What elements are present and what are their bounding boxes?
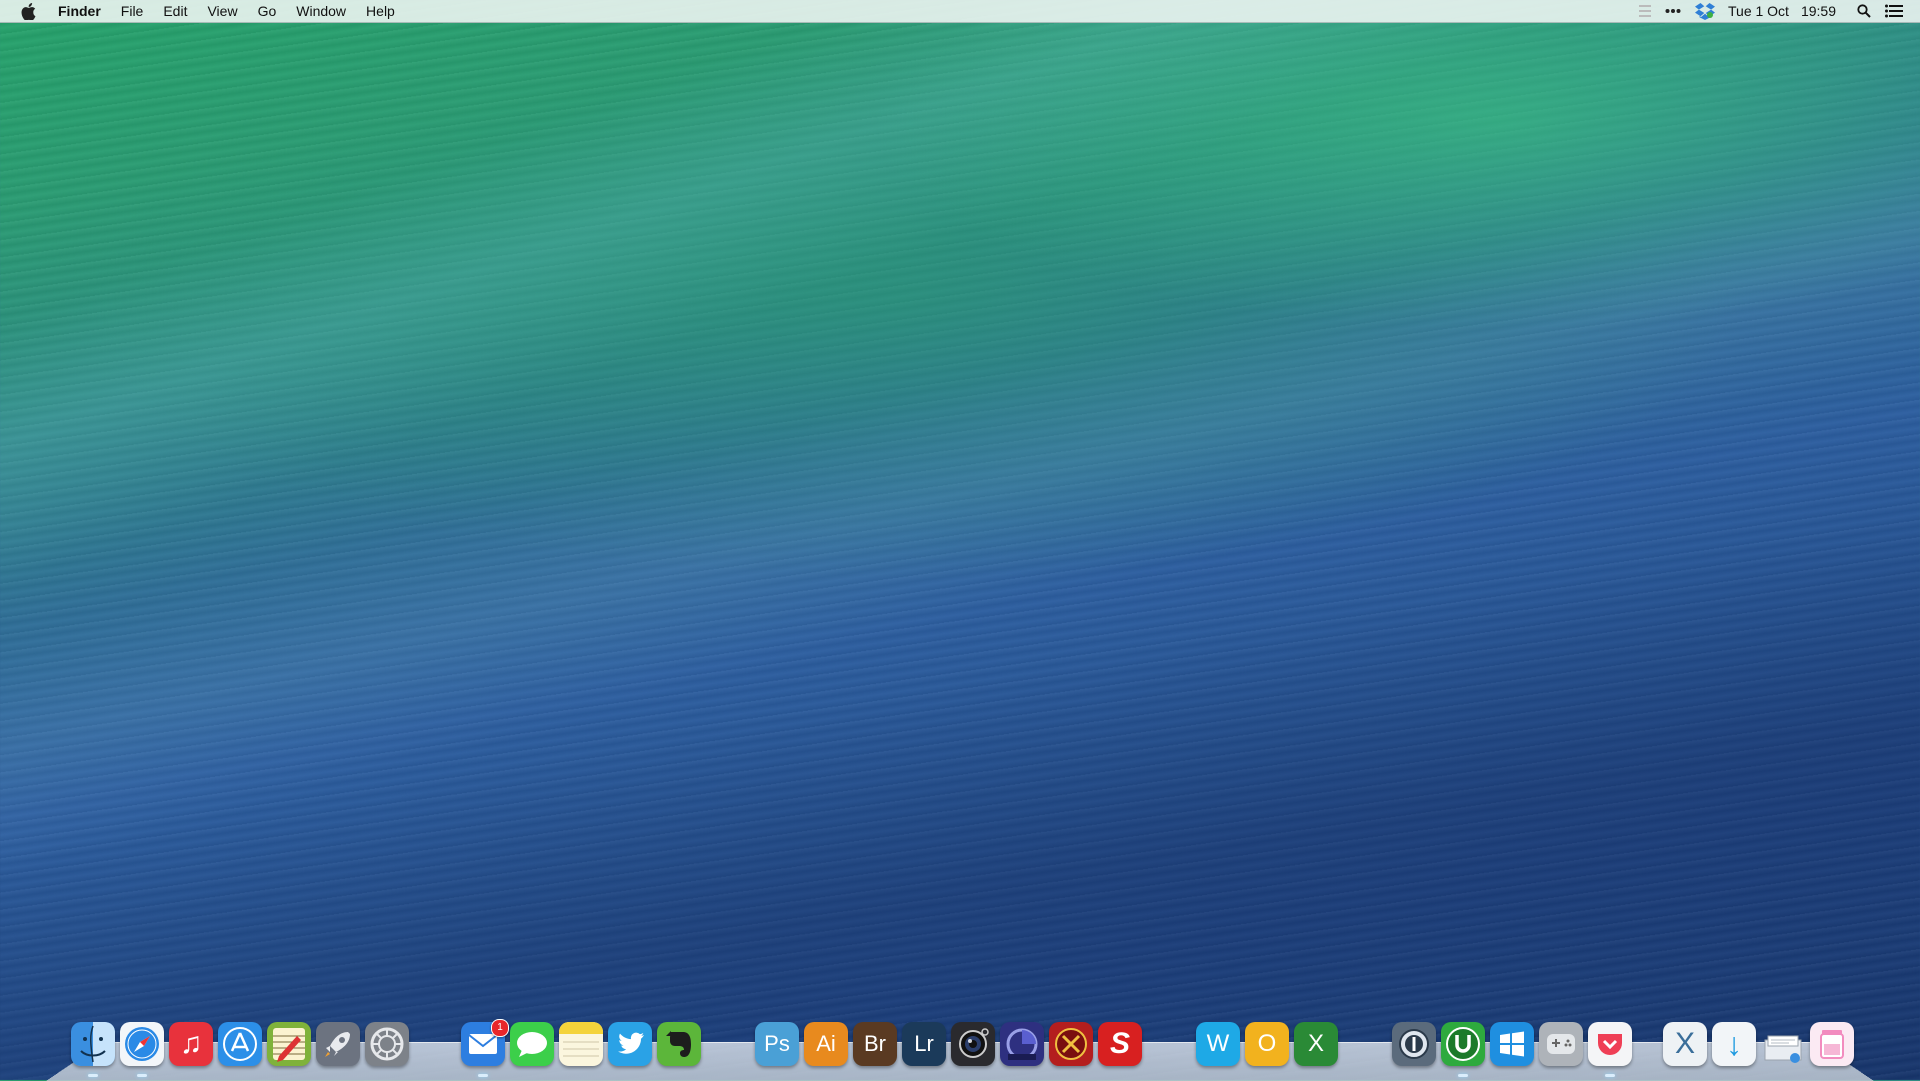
gamepad-icon	[1547, 1034, 1575, 1054]
menu-view[interactable]: View	[197, 0, 247, 22]
dock-item-upwork[interactable]	[1441, 1022, 1485, 1066]
pocket-icon	[1598, 1034, 1622, 1055]
s-pro-icon: S	[1109, 1027, 1130, 1060]
menu-app-name[interactable]: Finder	[52, 0, 111, 22]
dock-item-music[interactable]: ♫	[169, 1022, 213, 1066]
dock-item-documents[interactable]	[1761, 1022, 1805, 1066]
gear-icon	[370, 1027, 404, 1061]
music-note-icon: ♫	[179, 1027, 203, 1060]
aperture-icon	[1006, 1028, 1038, 1060]
menu-bar: Finder File Edit View Go Window Help Tue…	[0, 0, 1920, 23]
apple-menu-icon[interactable]	[18, 0, 38, 22]
dock: ♫ Ps Ai Br Lr S W O X X ↓	[0, 1022, 1920, 1070]
dock-item-safari[interactable]	[120, 1022, 164, 1066]
red-emblem-icon	[1055, 1028, 1087, 1060]
windows-logo-icon	[1500, 1031, 1524, 1057]
finder-icon	[71, 1022, 115, 1066]
menu-file[interactable]: File	[111, 0, 154, 22]
dock-item-sketch-tool[interactable]	[267, 1022, 311, 1066]
dock-item-game-controller[interactable]	[1539, 1022, 1583, 1066]
menu-bar-right: Tue 1 Oct 19:59	[1632, 0, 1920, 22]
menu-window[interactable]: Window	[286, 0, 356, 22]
dock-item-pocket[interactable]	[1588, 1022, 1632, 1066]
x-icon: X	[1674, 1027, 1695, 1060]
dock-item-twitter[interactable]	[608, 1022, 652, 1066]
dock-item-illustrator[interactable]: Ai	[804, 1022, 848, 1066]
trash-icon	[1820, 1030, 1844, 1059]
word-icon: W	[1206, 1030, 1230, 1057]
dock-item-1password[interactable]	[1392, 1022, 1436, 1066]
clock-time[interactable]: 19:59	[1795, 0, 1842, 22]
dock-item-excel[interactable]: X	[1294, 1022, 1338, 1066]
more-dots-icon[interactable]	[1658, 0, 1688, 22]
lightroom-icon: Lr	[914, 1031, 934, 1056]
dock-item-xcode-like[interactable]: X	[1663, 1022, 1707, 1066]
bridge-icon: Br	[864, 1031, 886, 1056]
notification-grip-icon[interactable]	[1632, 0, 1658, 22]
clock-day[interactable]: Tue 1 Oct	[1722, 0, 1795, 22]
rocket-icon	[325, 1032, 350, 1057]
bird-icon	[618, 1032, 644, 1054]
dock-item-aperture[interactable]	[1000, 1022, 1044, 1066]
running-indicator	[137, 1074, 147, 1077]
running-indicator	[1605, 1074, 1615, 1077]
mail-unread-badge: 1	[491, 1019, 509, 1037]
running-indicator	[478, 1074, 488, 1077]
camera-lens-icon	[959, 1028, 989, 1058]
dock-item-photo-booth[interactable]	[951, 1022, 995, 1066]
dock-item-evernote[interactable]	[657, 1022, 701, 1066]
dock-item-stuffit-pro[interactable]: S	[1098, 1022, 1142, 1066]
dock-item-finder[interactable]	[71, 1022, 115, 1066]
notification-center-icon[interactable]	[1878, 0, 1910, 22]
dock-item-outlook[interactable]: O	[1245, 1022, 1289, 1066]
desktop-wallpaper	[0, 0, 1920, 1080]
illustrator-icon: Ai	[816, 1031, 836, 1056]
dock-item-trash[interactable]	[1810, 1022, 1854, 1066]
dock-item-photoshop[interactable]: Ps	[755, 1022, 799, 1066]
dock-item-windows[interactable]	[1490, 1022, 1534, 1066]
chat-bubble-icon	[517, 1032, 547, 1057]
excel-icon: X	[1307, 1030, 1324, 1057]
keyhole-icon	[1399, 1029, 1429, 1059]
compass-icon	[120, 1022, 164, 1066]
dock-item-app-red-round[interactable]	[1049, 1022, 1093, 1066]
pencil-tool-icon	[273, 1028, 305, 1062]
dock-item-bridge[interactable]: Br	[853, 1022, 897, 1066]
photoshop-icon: Ps	[764, 1031, 790, 1056]
elephant-icon	[666, 1031, 691, 1057]
dock-item-downloads[interactable]: ↓	[1712, 1022, 1756, 1066]
dock-item-launchpad[interactable]	[316, 1022, 360, 1066]
notes-icon	[559, 1022, 603, 1057]
download-arrow-icon: ↓	[1726, 1025, 1742, 1062]
menu-help[interactable]: Help	[356, 0, 405, 22]
menu-go[interactable]: Go	[248, 0, 287, 22]
dock-item-notes[interactable]	[559, 1022, 603, 1066]
app-store-icon	[223, 1027, 257, 1061]
u-logo-icon	[1446, 1027, 1480, 1061]
outlook-icon: O	[1257, 1030, 1277, 1057]
menu-edit[interactable]: Edit	[153, 0, 197, 22]
spotlight-icon[interactable]	[1850, 0, 1878, 22]
running-indicator	[1458, 1074, 1468, 1077]
dock-item-messages[interactable]	[510, 1022, 554, 1066]
dock-item-lightroom[interactable]: Lr	[902, 1022, 946, 1066]
document-stack-icon	[1764, 1035, 1802, 1063]
dock-item-word[interactable]: W	[1196, 1022, 1240, 1066]
dock-item-app-store[interactable]	[218, 1022, 262, 1066]
menu-bar-left: Finder File Edit View Go Window Help	[0, 0, 405, 22]
dropbox-icon[interactable]	[1688, 0, 1722, 22]
running-indicator	[88, 1074, 98, 1077]
dock-item-system-preferences[interactable]	[365, 1022, 409, 1066]
